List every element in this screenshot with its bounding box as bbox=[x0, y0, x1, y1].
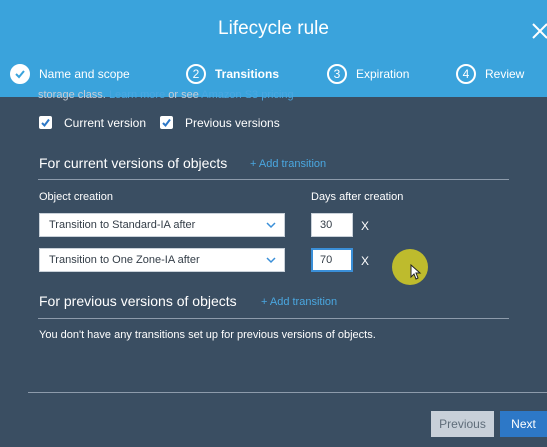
remove-transition-button[interactable]: X bbox=[361, 254, 369, 268]
add-transition-previous-link[interactable]: + Add transition bbox=[261, 296, 337, 308]
no-transitions-message: You don't have any transitions set up fo… bbox=[39, 329, 376, 341]
section-divider bbox=[38, 318, 509, 319]
current-version-label: Current version bbox=[64, 116, 147, 130]
dialog-title: Lifecycle rule bbox=[218, 18, 329, 39]
step-number: 2 bbox=[186, 64, 206, 84]
next-button[interactable]: Next bbox=[500, 411, 547, 437]
step-transitions[interactable]: 2 Transitions bbox=[186, 60, 279, 88]
checkmark-icon bbox=[162, 118, 171, 128]
previous-versions-title: For previous versions of objects bbox=[39, 293, 237, 309]
previous-versions-label: Previous versions bbox=[185, 116, 280, 130]
object-creation-header: Object creation bbox=[39, 191, 113, 203]
mouse-pointer-icon bbox=[410, 264, 422, 280]
checkmark-icon bbox=[41, 118, 50, 128]
add-transition-current-link[interactable]: + Add transition bbox=[250, 158, 326, 170]
chevron-down-icon bbox=[266, 257, 276, 264]
transition-select[interactable]: Transition to Standard-IA after bbox=[39, 213, 285, 237]
step-label: Name and scope bbox=[39, 67, 130, 81]
dialog-body: storage class. Learn more or see Amazon … bbox=[0, 89, 547, 447]
step-number: 4 bbox=[456, 64, 476, 84]
dialog-header: Lifecycle rule Name and scope 2 Transiti… bbox=[0, 0, 547, 97]
step-label: Transitions bbox=[215, 67, 280, 81]
step-label: Expiration bbox=[356, 67, 410, 81]
wizard-steps: Name and scope 2 Transitions 3 Expiratio… bbox=[0, 60, 547, 88]
days-after-creation-header: Days after creation bbox=[311, 191, 404, 203]
close-icon[interactable] bbox=[531, 20, 547, 42]
step-expiration[interactable]: 3 Expiration bbox=[327, 60, 409, 88]
step-label: Review bbox=[485, 67, 525, 81]
step-number: 3 bbox=[327, 64, 347, 84]
step-review[interactable]: 4 Review bbox=[456, 60, 524, 88]
transition-select[interactable]: Transition to One Zone-IA after bbox=[39, 248, 285, 272]
current-version-checkbox[interactable] bbox=[39, 116, 52, 129]
section-divider bbox=[38, 179, 509, 180]
days-input[interactable]: 70 bbox=[311, 248, 353, 272]
step-name-and-scope[interactable]: Name and scope bbox=[10, 60, 130, 88]
pricing-link[interactable]: Amazon S3 pricing bbox=[201, 89, 293, 101]
learn-more-link[interactable]: Learn more bbox=[109, 89, 165, 101]
current-versions-title: For current versions of objects bbox=[39, 155, 228, 171]
chevron-down-icon bbox=[266, 222, 276, 229]
footer-divider bbox=[28, 392, 547, 393]
check-icon bbox=[10, 64, 30, 84]
previous-versions-checkbox[interactable] bbox=[160, 116, 173, 129]
days-input[interactable]: 30 bbox=[311, 213, 353, 237]
remove-transition-button[interactable]: X bbox=[361, 219, 369, 233]
storage-class-note: storage class. Learn more or see Amazon … bbox=[38, 89, 294, 101]
previous-button[interactable]: Previous bbox=[431, 411, 494, 437]
